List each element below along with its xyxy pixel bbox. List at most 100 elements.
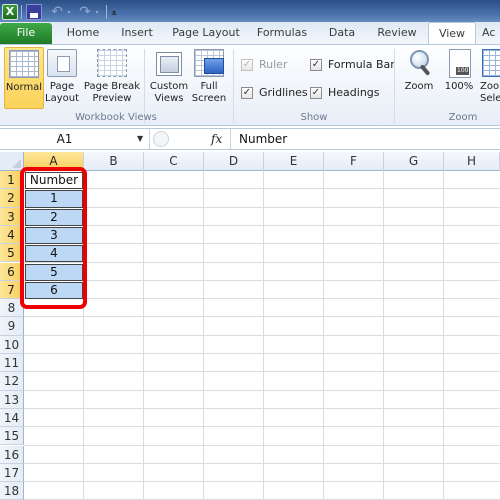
column-header-e[interactable]: E <box>264 152 324 171</box>
ribbon: Normal Page Layout Page Break Preview Cu… <box>0 44 500 126</box>
customize-qat-icon[interactable]: ⩡ <box>109 5 119 23</box>
formula-bar-expand-handle[interactable] <box>153 131 169 147</box>
headings-checkbox[interactable]: ✓ Headings <box>310 86 380 99</box>
name-box-dropdown-icon[interactable]: ▼ <box>137 129 143 149</box>
undo-dropdown-icon[interactable]: ▾ <box>65 3 73 21</box>
column-header-d[interactable]: D <box>204 152 264 171</box>
row-header-16[interactable]: 16 <box>0 445 24 464</box>
group-label-workbook-views: Workbook Views <box>75 112 157 123</box>
page-break-preview-icon <box>97 49 127 77</box>
tab-page-layout[interactable]: Page Layout <box>168 22 244 44</box>
tab-file[interactable]: File <box>0 23 52 44</box>
tab-review[interactable]: Review <box>370 22 424 44</box>
row-header-18[interactable]: 18 <box>0 482 24 500</box>
column-header-h[interactable]: H <box>444 152 500 171</box>
magnifier-icon <box>404 49 434 77</box>
zoom-100-icon <box>444 49 474 78</box>
button-label: Zoom <box>404 81 434 92</box>
undo-icon[interactable]: ↶ <box>50 3 64 21</box>
button-label: Preview <box>92 93 132 104</box>
custom-views-icon <box>154 49 184 77</box>
row-header-15[interactable]: 15 <box>0 427 24 446</box>
gridline-vertical <box>263 171 264 500</box>
button-label: Views <box>154 93 184 104</box>
formula-bar-checkbox[interactable]: ✓ Formula Bar <box>310 58 395 71</box>
column-header-b[interactable]: B <box>84 152 144 171</box>
select-all-button[interactable] <box>0 152 24 171</box>
checkbox-check-icon: ✓ <box>310 58 322 71</box>
page-layout-button[interactable]: Page Layout <box>44 47 80 105</box>
ribbon-tabs: File Home Insert Page Layout Formulas Da… <box>0 22 500 44</box>
row-header-13[interactable]: 13 <box>0 390 24 409</box>
tab-add-ins[interactable]: Ac <box>482 22 500 44</box>
gridline-horizontal <box>24 407 500 409</box>
full-screen-icon <box>194 49 224 77</box>
gridline-horizontal <box>24 444 500 446</box>
gridline-horizontal <box>24 353 500 354</box>
gridline-horizontal <box>24 243 500 245</box>
tab-insert[interactable]: Insert <box>112 22 162 44</box>
checkbox-label: Gridlines <box>259 86 308 99</box>
formula-bar-buttons: fx <box>153 131 229 147</box>
row-header-17[interactable]: 17 <box>0 463 24 483</box>
button-label: Page Break <box>83 81 141 92</box>
row-header-14[interactable]: 14 <box>0 408 24 428</box>
custom-views-button[interactable]: Custom Views <box>148 47 190 105</box>
insert-function-icon[interactable]: fx <box>211 131 222 147</box>
save-icon[interactable] <box>26 4 42 20</box>
button-label: Full <box>200 81 218 92</box>
page-break-preview-button[interactable]: Page Break Preview <box>82 47 142 105</box>
row-header-10[interactable]: 10 <box>0 335 24 354</box>
annotation-highlight-box <box>20 167 87 309</box>
gridline-horizontal <box>24 371 500 373</box>
worksheet-grid[interactable]: ABCDEFGH 1 2 3 4 5 6 7 8 9 10 11 12 13 14 15 16 17 18 Num… <box>0 152 500 500</box>
column-header-c[interactable]: C <box>144 152 204 171</box>
gridline-horizontal <box>24 426 500 428</box>
button-label: Page <box>49 81 75 92</box>
tab-home[interactable]: Home <box>58 22 108 44</box>
normal-view-icon <box>9 50 39 78</box>
gridline-horizontal <box>24 279 500 281</box>
button-label: Custom <box>149 81 189 92</box>
gridline-horizontal <box>24 334 500 336</box>
gridline-horizontal <box>24 462 500 464</box>
formula-input[interactable]: Number <box>230 129 500 149</box>
checkbox-label: Ruler <box>259 58 288 71</box>
gridline-vertical <box>323 171 324 500</box>
redo-dropdown-icon[interactable]: ▾ <box>93 3 101 21</box>
gridline-horizontal <box>24 481 500 483</box>
tab-data[interactable]: Data <box>322 22 362 44</box>
button-label: Sele <box>480 93 500 104</box>
zoom-to-selection-icon <box>482 49 500 77</box>
row-header-11[interactable]: 11 <box>0 354 24 373</box>
zoom-100-button[interactable]: 100% <box>440 47 478 93</box>
normal-view-button[interactable]: Normal <box>4 47 44 109</box>
row-header-12[interactable]: 12 <box>0 372 24 391</box>
gridline-horizontal <box>24 298 500 300</box>
gridlines-checkbox[interactable]: ✓ Gridlines <box>241 86 308 99</box>
checkbox-check-icon: ✓ <box>241 86 253 99</box>
gridline-horizontal <box>24 316 500 318</box>
gridline-horizontal <box>24 188 500 190</box>
button-label: Zoo <box>480 81 500 92</box>
gridline-horizontal <box>24 206 500 208</box>
gridline-horizontal <box>24 224 500 226</box>
name-box[interactable]: A1 <box>0 129 150 149</box>
full-screen-button[interactable]: Full Screen <box>190 47 228 105</box>
zoom-to-selection-button[interactable]: Zoo Sele <box>480 47 500 105</box>
row-header-9[interactable]: 9 <box>0 317 24 336</box>
checkbox-label: Headings <box>328 86 380 99</box>
column-header-g[interactable]: G <box>384 152 444 171</box>
ruler-checkbox[interactable]: ✓ Ruler <box>241 58 287 71</box>
group-label-show: Show <box>300 112 328 123</box>
redo-icon[interactable]: ↷ <box>78 3 92 21</box>
tab-formulas[interactable]: Formulas <box>252 22 312 44</box>
tab-view[interactable]: View <box>428 22 476 44</box>
formula-bar: A1 ▼ fx Number <box>0 128 500 150</box>
excel-logo-icon: X <box>2 4 18 20</box>
gridline-vertical <box>383 171 384 500</box>
gridline-vertical <box>443 171 444 500</box>
button-label: Layout <box>45 93 79 104</box>
column-header-f[interactable]: F <box>324 152 384 171</box>
zoom-button[interactable]: Zoom <box>400 47 438 93</box>
